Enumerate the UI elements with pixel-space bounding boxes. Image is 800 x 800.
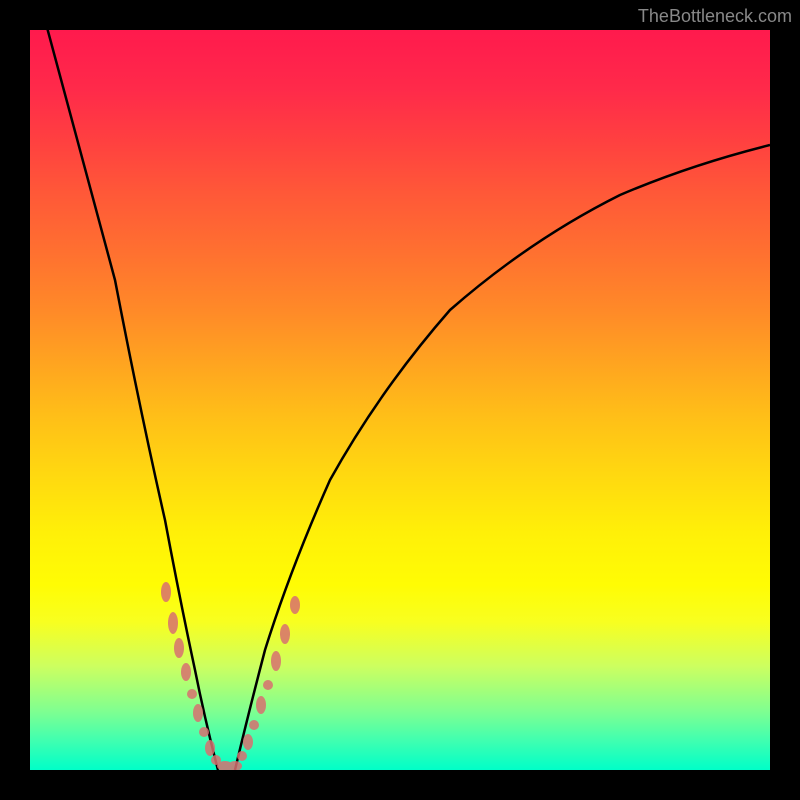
left-descending-curve <box>45 30 218 770</box>
valley-dots-left <box>161 582 221 765</box>
chart-curves <box>30 30 770 770</box>
watermark-text: TheBottleneck.com <box>638 6 792 27</box>
valley-dots-bottom <box>217 761 242 770</box>
right-ascending-curve <box>235 145 770 770</box>
valley-dots-right <box>237 596 300 761</box>
